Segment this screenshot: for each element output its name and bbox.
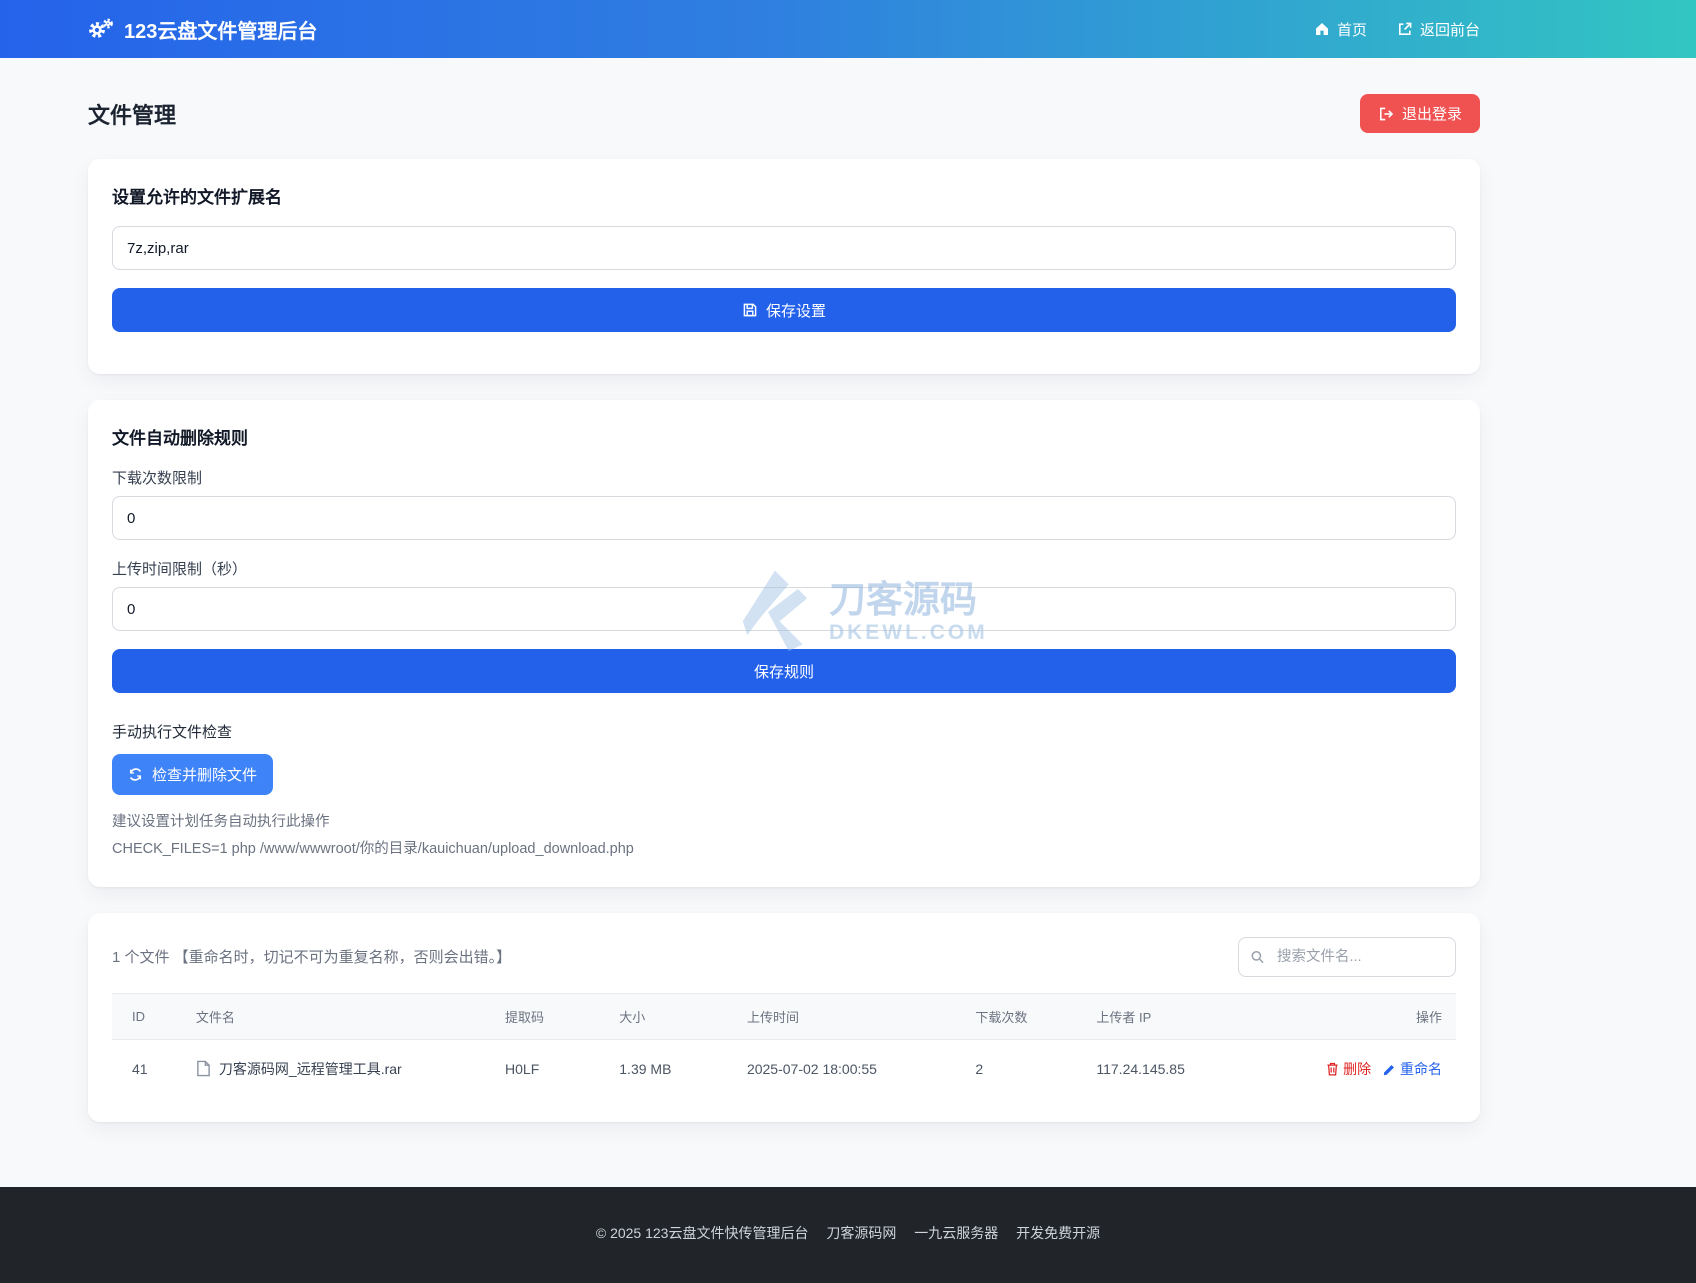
download-limit-label: 下载次数限制 [112,467,1456,488]
header-actions: 操作 [1295,993,1456,1039]
download-limit-input[interactable] [112,496,1456,540]
save-settings-button[interactable]: 保存设置 [112,288,1456,332]
cell-ip: 117.24.145.85 [1086,1039,1294,1098]
footer-link-daoke[interactable]: 刀客源码网 [826,1225,896,1241]
header-uploaded: 上传时间 [737,993,965,1039]
gears-icon [88,18,114,40]
extensions-input[interactable] [112,226,1456,270]
sign-out-icon [1378,106,1394,122]
extensions-card: 设置允许的文件扩展名 保存设置 [88,159,1480,374]
rename-label: 重命名 [1400,1059,1442,1079]
files-card-header: 1 个文件 【重命名时，切记不可为重复名称，否则会出错。】 [112,937,1456,977]
navbar-links: 首页 返回前台 [1314,19,1480,40]
header-id: ID [112,993,186,1039]
nav-home-link[interactable]: 首页 [1314,19,1367,40]
app-brand: 123云盘文件管理后台 [88,15,317,44]
rules-card-title: 文件自动删除规则 [112,424,1456,449]
home-icon [1314,21,1330,37]
cron-hint-line1: 建议设置计划任务自动执行此操作 [112,809,1456,836]
header-filename: 文件名 [186,993,495,1039]
pencil-icon [1383,1063,1396,1076]
cell-id: 41 [112,1039,186,1098]
nav-home-label: 首页 [1337,19,1367,40]
save-rules-button[interactable]: 保存规则 [112,649,1456,693]
header-ip: 上传者 IP [1086,993,1294,1039]
footer-link-server[interactable]: 一九云服务器 [914,1225,998,1241]
header-downloads: 下载次数 [965,993,1086,1039]
nav-front-link[interactable]: 返回前台 [1397,19,1480,40]
upload-time-label: 上传时间限制（秒） [112,558,1456,579]
save-settings-label: 保存设置 [766,300,826,321]
filename-text: 刀客源码网_远程管理工具.rar [219,1059,402,1079]
page-header: 文件管理 退出登录 [88,94,1480,133]
cell-size: 1.39 MB [609,1039,737,1098]
sync-icon [128,767,143,782]
logout-label: 退出登录 [1402,103,1462,124]
delete-label: 删除 [1343,1059,1371,1079]
extensions-card-title: 设置允许的文件扩展名 [112,183,1456,208]
save-rules-label: 保存规则 [754,661,814,682]
cell-code: H0LF [495,1039,609,1098]
files-table: ID 文件名 提取码 大小 上传时间 下载次数 上传者 IP 操作 41 [112,993,1456,1099]
upload-time-input[interactable] [112,587,1456,631]
file-icon [196,1060,211,1077]
cell-uploaded: 2025-07-02 18:00:55 [737,1039,965,1098]
page-title: 文件管理 [88,98,176,130]
files-count-text: 1 个文件 【重命名时，切记不可为重复名称，否则会出错。】 [112,946,511,967]
header-code: 提取码 [495,993,609,1039]
nav-front-label: 返回前台 [1420,19,1480,40]
search-box [1238,937,1456,977]
logout-button[interactable]: 退出登录 [1360,94,1480,133]
cron-hint-line2: CHECK_FILES=1 php /www/wwwroot/你的目录/kaui… [112,836,1456,863]
app-title: 123云盘文件管理后台 [124,15,317,44]
footer-opensource-text: 开发免费开源 [1016,1225,1100,1241]
files-card: 1 个文件 【重命名时，切记不可为重复名称，否则会出错。】 ID 文件名 提取码 [88,913,1480,1123]
rename-link[interactable]: 重命名 [1383,1059,1442,1079]
trash-icon [1326,1062,1339,1076]
save-icon [742,302,758,318]
check-delete-label: 检查并删除文件 [152,764,257,785]
cell-downloads: 2 [965,1039,1086,1098]
footer: © 2025 123云盘文件快传管理后台 刀客源码网 一九云服务器 开发免费开源 [0,1187,1696,1283]
search-icon [1250,949,1265,964]
table-row: 41 刀客源码网_远程管理工具.rar H0LF [112,1039,1456,1098]
main-content: 文件管理 退出登录 设置允许的文件扩展名 保存设 [88,58,1480,1148]
footer-copyright: © 2025 123云盘文件快传管理后台 [596,1225,809,1241]
navbar: 123云盘文件管理后台 首页 返回前台 [0,0,1696,58]
external-link-icon [1397,21,1413,37]
check-delete-button[interactable]: 检查并删除文件 [112,754,273,795]
search-input[interactable] [1238,937,1456,977]
rules-card: 文件自动删除规则 下载次数限制 上传时间限制（秒） 保存规则 手动执行文件检查 … [88,400,1480,887]
cell-filename: 刀客源码网_远程管理工具.rar [196,1059,485,1079]
manual-check-label: 手动执行文件检查 [112,721,1456,742]
delete-link[interactable]: 删除 [1326,1059,1371,1079]
header-size: 大小 [609,993,737,1039]
table-header-row: ID 文件名 提取码 大小 上传时间 下载次数 上传者 IP 操作 [112,993,1456,1039]
